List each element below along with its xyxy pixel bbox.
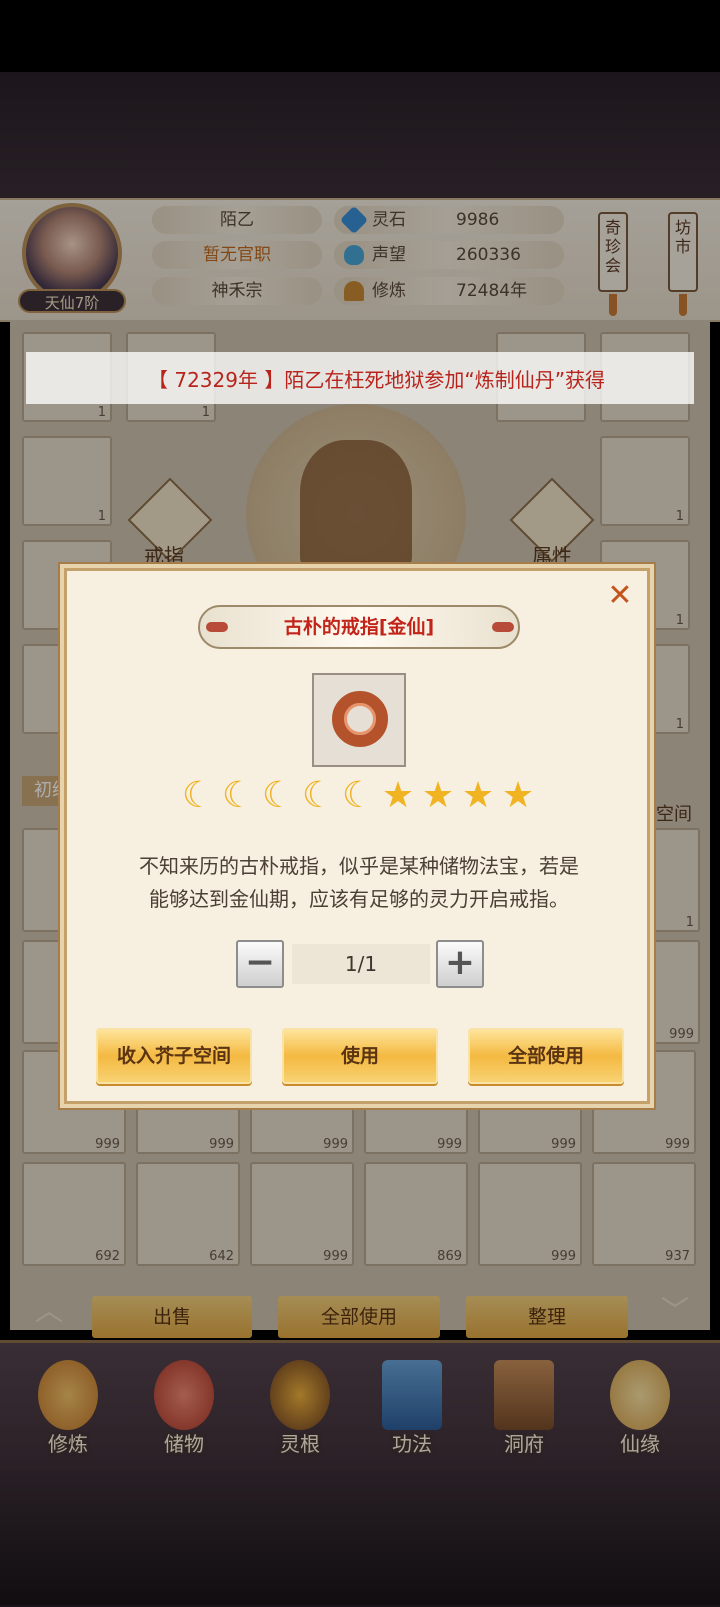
description-line: 不知来历的古朴戒指，似乎是某种储物法宝，若是 <box>139 854 579 878</box>
close-icon[interactable]: ✕ <box>604 580 636 612</box>
star-icon: ★ <box>421 775 455 816</box>
moon-icon: ☾ <box>221 775 255 816</box>
star-icon: ★ <box>381 775 415 816</box>
quantity-value: 1/1 <box>292 944 430 984</box>
ring-icon <box>332 691 388 747</box>
star-icon: ★ <box>461 775 495 816</box>
moon-icon: ☾ <box>301 775 335 816</box>
description-line: 能够达到金仙期，应该有足够的灵力开启戒指。 <box>149 887 569 911</box>
increase-quantity-button[interactable]: + <box>436 940 484 988</box>
item-description: 不知来历的古朴戒指，似乎是某种储物法宝，若是 能够达到金仙期，应该有足够的灵力开… <box>96 850 622 916</box>
item-title: 古朴的戒指[金仙] <box>283 616 435 638</box>
decrease-quantity-button[interactable]: − <box>236 940 284 988</box>
moon-icon: ☾ <box>261 775 295 816</box>
moon-icon: ☾ <box>341 775 375 816</box>
quality-rating: ☾ ☾ ☾ ☾ ☾ ★ ★ ★ ★ <box>178 776 542 820</box>
use-all-button[interactable]: 全部使用 <box>468 1028 624 1084</box>
use-button[interactable]: 使用 <box>282 1028 438 1084</box>
moon-icon: ☾ <box>181 775 215 816</box>
star-icon: ★ <box>501 775 535 816</box>
ticker-message: 【 72329年 】陌乙在枉死地狱参加“炼制仙丹”获得 <box>148 368 606 392</box>
item-icon-box <box>312 673 406 767</box>
store-to-space-button[interactable]: 收入芥子空间 <box>96 1028 252 1084</box>
